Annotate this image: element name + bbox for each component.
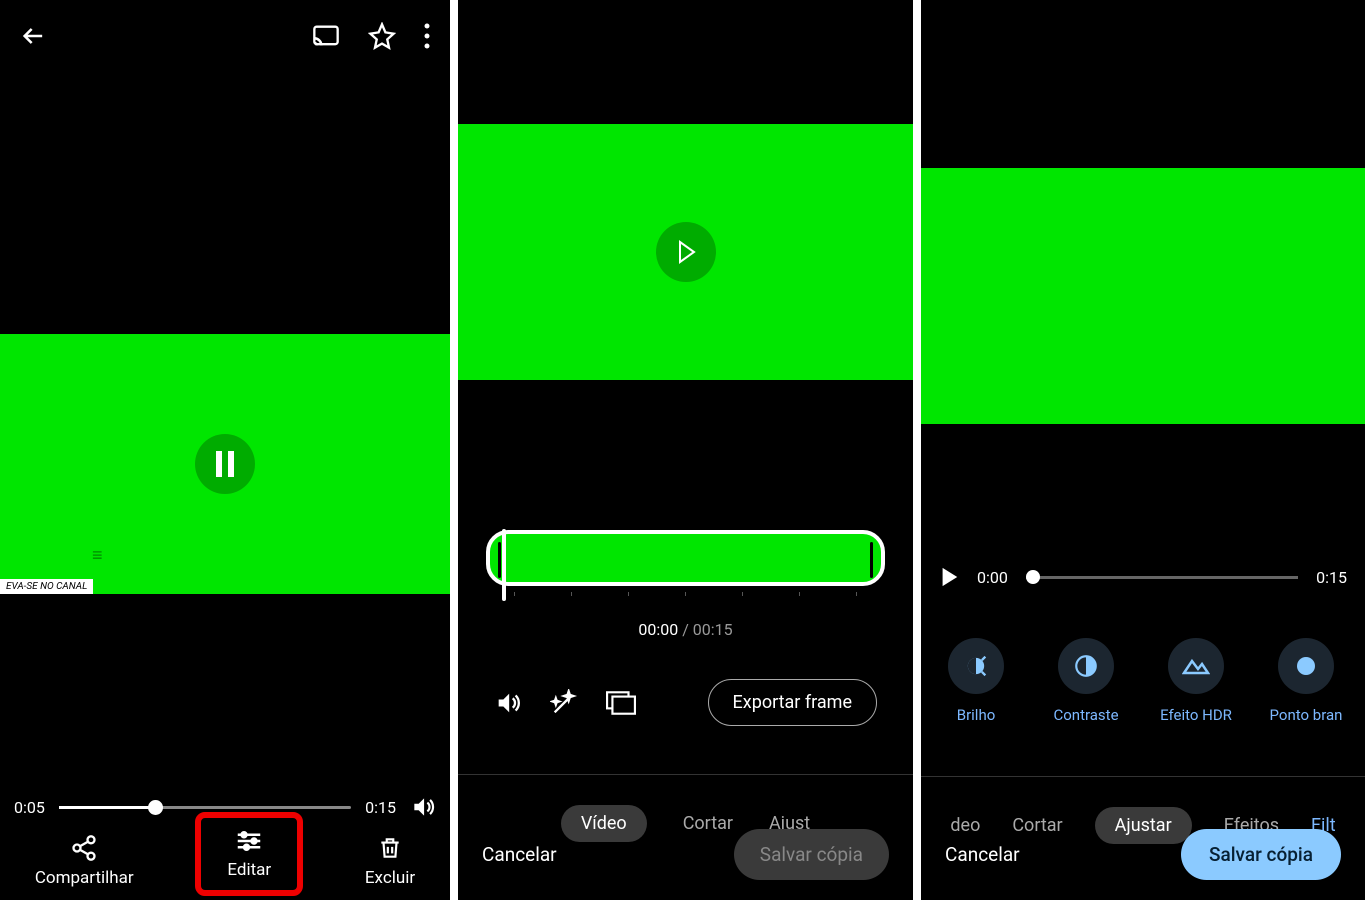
menu-icon: ≡ (92, 545, 103, 566)
video-preview[interactable]: ≡ EVA-SE NO CANAL (0, 334, 450, 594)
edit-tools: Exportar frame (458, 679, 913, 726)
trim-handle-right[interactable] (870, 542, 873, 578)
trim-handle-left[interactable] (498, 542, 501, 578)
hdr-label: Efeito HDR (1160, 706, 1232, 724)
share-label: Compartilhar (35, 868, 134, 888)
bottom-actions: Cancelar Salvar cópia (921, 829, 1365, 880)
trim-current: 00:00 (638, 620, 678, 639)
pause-button[interactable] (195, 434, 255, 494)
scrubber-track[interactable] (59, 806, 351, 809)
save-button: Salvar cópia (734, 829, 889, 880)
volume-icon[interactable] (494, 689, 522, 717)
cancel-button[interactable]: Cancelar (482, 843, 557, 866)
whitepoint-icon (1278, 638, 1334, 694)
adjust-brightness[interactable]: Brilho (921, 638, 1031, 724)
contrast-label: Contraste (1053, 706, 1118, 724)
back-icon[interactable] (20, 22, 48, 50)
action-bar: Compartilhar Editar Excluir (0, 812, 450, 896)
magic-wand-icon[interactable] (550, 689, 578, 717)
brightness-icon (948, 638, 1004, 694)
bottom-actions: Cancelar Salvar cópia (458, 829, 913, 880)
trim-time: 00:00 / 00:15 (458, 620, 913, 639)
adjust-hdr[interactable]: Efeito HDR (1141, 638, 1251, 724)
video-preview[interactable] (458, 124, 913, 380)
delete-button[interactable]: Excluir (357, 826, 423, 896)
trim-playhead[interactable] (502, 529, 506, 601)
screen-video-edit: 00:00 / 00:15 Exportar frame Vídeo Corta… (458, 0, 913, 900)
cast-icon[interactable] (312, 22, 340, 50)
cancel-button[interactable]: Cancelar (945, 843, 1020, 866)
share-button[interactable]: Compartilhar (27, 826, 142, 896)
edit-button[interactable]: Editar (195, 812, 303, 896)
scrubber-thumb[interactable] (1026, 570, 1040, 584)
adjust-contrast[interactable]: Contraste (1031, 638, 1141, 724)
trim-total: 00:15 (693, 620, 733, 639)
top-bar (0, 0, 450, 72)
adjust-options: Brilho Contraste Efeito HDR Ponto bran (921, 638, 1365, 724)
time-current: 0:00 (977, 568, 1008, 587)
whitepoint-label: Ponto bran (1270, 706, 1343, 724)
frame-icon[interactable] (606, 691, 636, 715)
video-caption: EVA-SE NO CANAL (0, 579, 93, 594)
scrubber-track[interactable] (1026, 576, 1298, 579)
play-icon[interactable] (939, 566, 959, 588)
export-frame-button[interactable]: Exportar frame (708, 679, 877, 726)
screen-video-player: ≡ EVA-SE NO CANAL 0:05 0:15 Compartilhar… (0, 0, 450, 900)
delete-label: Excluir (365, 868, 415, 888)
screen-adjust: 0:00 0:15 Brilho Contraste Efeito HDR Po… (921, 0, 1365, 900)
save-button[interactable]: Salvar cópia (1181, 829, 1341, 880)
play-button[interactable] (656, 222, 716, 282)
time-duration: 0:15 (1316, 568, 1347, 587)
contrast-icon (1058, 638, 1114, 694)
adjust-whitepoint[interactable]: Ponto bran (1251, 638, 1361, 724)
more-icon[interactable] (424, 23, 430, 49)
adjust-scrubber: 0:00 0:15 (921, 566, 1365, 588)
trim-control (458, 530, 913, 596)
star-icon[interactable] (368, 22, 396, 50)
hdr-icon (1168, 638, 1224, 694)
trim-bar[interactable] (486, 530, 885, 586)
brightness-label: Brilho (957, 706, 996, 724)
edit-label: Editar (227, 860, 271, 880)
video-preview[interactable] (921, 168, 1365, 424)
